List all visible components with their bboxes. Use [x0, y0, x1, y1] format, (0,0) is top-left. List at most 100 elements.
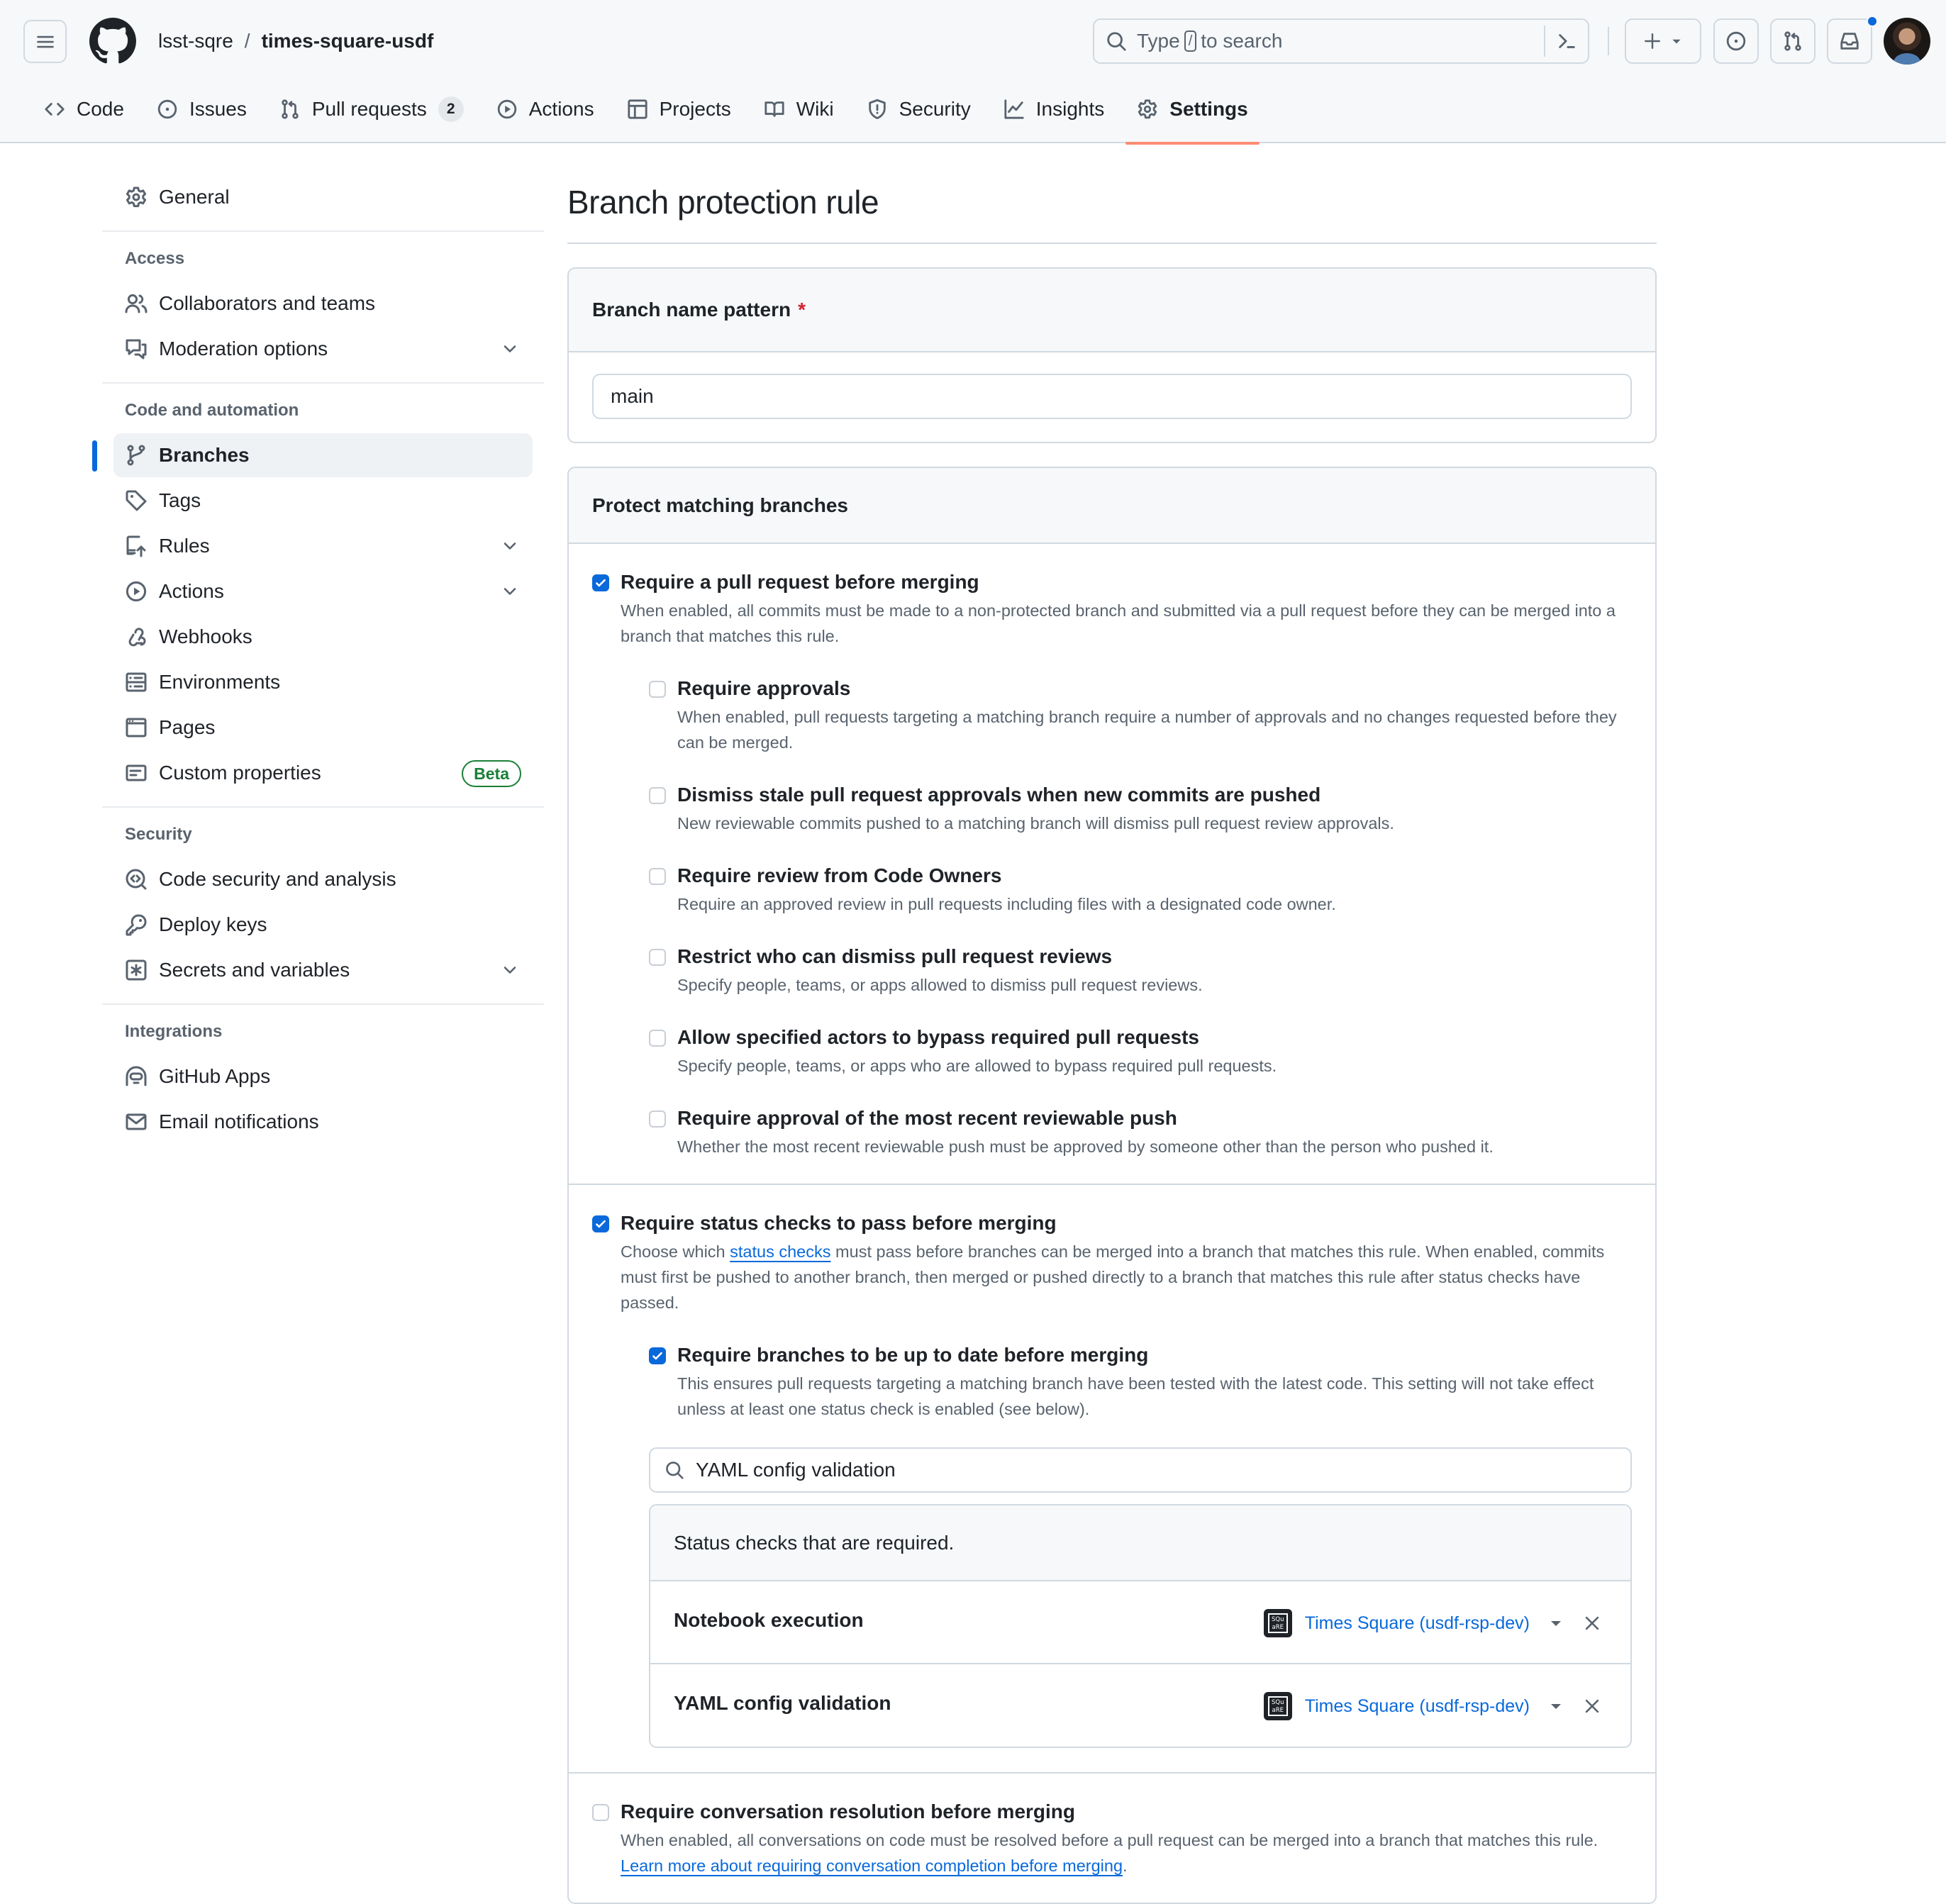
app-name-link[interactable]: Times Square (usdf-rsp-dev) — [1305, 1613, 1530, 1634]
pull-request-icon — [1784, 31, 1801, 51]
status-checks-link[interactable]: status checks — [730, 1242, 830, 1261]
option-label[interactable]: Dismiss stale pull request approvals whe… — [677, 781, 1632, 809]
pull-requests-button[interactable] — [1770, 18, 1816, 64]
restrict-dismiss-option: Restrict who can dismiss pull request re… — [649, 942, 1632, 998]
tab-settings[interactable]: Settings — [1125, 88, 1260, 145]
sidebar-item-rules[interactable]: Rules — [113, 524, 533, 568]
dismiss-stale-approvals-checkbox[interactable] — [649, 787, 666, 804]
pull-request-icon — [282, 99, 299, 119]
option-label[interactable]: Require conversation resolution before m… — [621, 1798, 1632, 1826]
sidebar-item-github-apps[interactable]: GitHub Apps — [113, 1054, 533, 1098]
app-select-caret-icon[interactable] — [1551, 1620, 1561, 1626]
sidebar-item-code-security[interactable]: Code security and analysis — [113, 857, 533, 901]
sidebar-item-collaborators[interactable]: Collaborators and teams — [113, 282, 533, 325]
shield-icon — [868, 99, 886, 119]
repo-push-icon — [126, 535, 146, 557]
hubot-icon — [126, 1066, 147, 1086]
option-label[interactable]: Require branches to be up to date before… — [677, 1341, 1632, 1369]
up-to-date-checkbox[interactable] — [649, 1347, 666, 1364]
inbox-button[interactable] — [1827, 16, 1878, 64]
sidebar-item-branches[interactable]: Branches — [92, 433, 533, 477]
remove-check-x-icon[interactable] — [1582, 1696, 1602, 1716]
page-title: Branch protection rule — [567, 184, 879, 221]
sidebar-item-custom-properties[interactable]: Custom properties Beta — [113, 751, 533, 795]
chevron-down-icon[interactable] — [500, 339, 520, 359]
learn-more-link[interactable]: Learn more about requiring conversation … — [621, 1856, 1123, 1875]
option-description: When enabled, all conversations on code … — [621, 1827, 1632, 1878]
recent-push-approval-checkbox[interactable] — [649, 1110, 666, 1128]
option-label[interactable]: Restrict who can dismiss pull request re… — [677, 942, 1632, 971]
branch-pattern-input[interactable] — [592, 374, 1632, 419]
code-icon — [45, 103, 65, 116]
desc-text: . — [1123, 1856, 1128, 1875]
restrict-dismiss-checkbox[interactable] — [649, 949, 666, 966]
sidebar-item-deploy-keys[interactable]: Deploy keys — [113, 903, 533, 947]
user-avatar[interactable] — [1884, 18, 1930, 65]
sidebar-divider — [102, 382, 544, 384]
status-check-search-input[interactable] — [694, 1458, 1616, 1482]
tab-wiki[interactable]: Wiki — [752, 88, 845, 130]
beta-badge: Beta — [462, 760, 521, 787]
create-new-button[interactable] — [1625, 18, 1701, 64]
option-label[interactable]: Require status checks to pass before mer… — [621, 1209, 1632, 1237]
tab-label: Insights — [1035, 98, 1105, 120]
check-icon — [596, 579, 606, 587]
github-logo-icon[interactable] — [89, 18, 136, 65]
app-name-link[interactable]: Times Square (usdf-rsp-dev) — [1305, 1696, 1530, 1717]
issues-button[interactable] — [1713, 18, 1759, 64]
require-code-owners-checkbox[interactable] — [649, 868, 666, 885]
app-select-caret-icon[interactable] — [1551, 1703, 1561, 1709]
tab-code[interactable]: Code — [33, 88, 135, 130]
sidebar-item-environments[interactable]: Environments — [113, 660, 533, 704]
option-label[interactable]: Require a pull request before merging — [621, 568, 1632, 596]
repo-owner-link[interactable]: lsst-sqre — [158, 27, 233, 55]
option-label[interactable]: Require approvals — [677, 674, 1632, 703]
global-search-input[interactable]: Type / to search — [1093, 18, 1589, 64]
tab-pull-requests[interactable]: Pull requests 2 — [268, 88, 475, 130]
inbox-icon — [1840, 33, 1859, 50]
bypass-actors-checkbox[interactable] — [649, 1030, 666, 1047]
sidebar-item-label: Rules — [159, 535, 210, 557]
chevron-down-icon[interactable] — [500, 581, 520, 601]
play-icon — [126, 581, 147, 602]
option-label[interactable]: Require approval of the most recent revi… — [677, 1104, 1632, 1132]
issue-icon — [157, 99, 177, 119]
option-label[interactable]: Allow specified actors to bypass require… — [677, 1023, 1632, 1052]
tab-issues[interactable]: Issues — [145, 88, 258, 130]
tab-insights[interactable]: Insights — [992, 88, 1116, 130]
key-asterisk-icon — [126, 959, 147, 981]
status-check-name: Notebook execution — [674, 1608, 864, 1631]
repo-name-link[interactable]: times-square-usdf — [262, 27, 434, 55]
require-pr-checkbox[interactable] — [592, 574, 609, 591]
sidebar-item-pages[interactable]: Pages — [113, 706, 533, 750]
remove-check-x-icon[interactable] — [1582, 1613, 1602, 1633]
sidebar-item-general[interactable]: General — [113, 175, 533, 219]
tab-label: Settings — [1169, 98, 1248, 120]
require-status-checkbox[interactable] — [592, 1215, 609, 1232]
tab-label: Security — [899, 98, 971, 120]
app-logo-icon: SQu aRE — [1263, 1692, 1292, 1720]
sidebar-item-label: Email notifications — [159, 1110, 319, 1132]
chevron-down-icon[interactable] — [500, 960, 520, 980]
sidebar-item-secrets-variables[interactable]: Secrets and variables — [113, 948, 533, 992]
sidebar-item-actions[interactable]: Actions — [113, 569, 533, 613]
sidebar-item-email-notifications[interactable]: Email notifications — [113, 1100, 533, 1144]
require-pr-section: Require a pull request before merging Wh… — [569, 544, 1655, 1185]
require-approvals-checkbox[interactable] — [649, 681, 666, 698]
bypass-actors-option: Allow specified actors to bypass require… — [649, 1023, 1632, 1079]
sidebar-item-label: Webhooks — [159, 625, 252, 647]
sidebar-item-webhooks[interactable]: Webhooks — [113, 615, 533, 659]
tab-projects[interactable]: Projects — [616, 88, 743, 130]
search-placeholder: Type / to search — [1137, 30, 1282, 52]
tab-security[interactable]: Security — [855, 88, 982, 130]
sidebar-item-tags[interactable]: Tags — [113, 479, 533, 523]
status-check-search[interactable] — [649, 1447, 1632, 1493]
option-label[interactable]: Require review from Code Owners — [677, 862, 1632, 890]
option-description: New reviewable commits pushed to a match… — [677, 814, 1394, 833]
conversation-resolution-checkbox[interactable] — [592, 1804, 609, 1821]
tab-actions[interactable]: Actions — [485, 88, 606, 130]
menu-button[interactable] — [23, 20, 67, 63]
chevron-down-icon[interactable] — [500, 536, 520, 556]
sidebar-item-moderation-options[interactable]: Moderation options — [113, 327, 533, 371]
command-palette-button[interactable] — [1544, 26, 1588, 57]
